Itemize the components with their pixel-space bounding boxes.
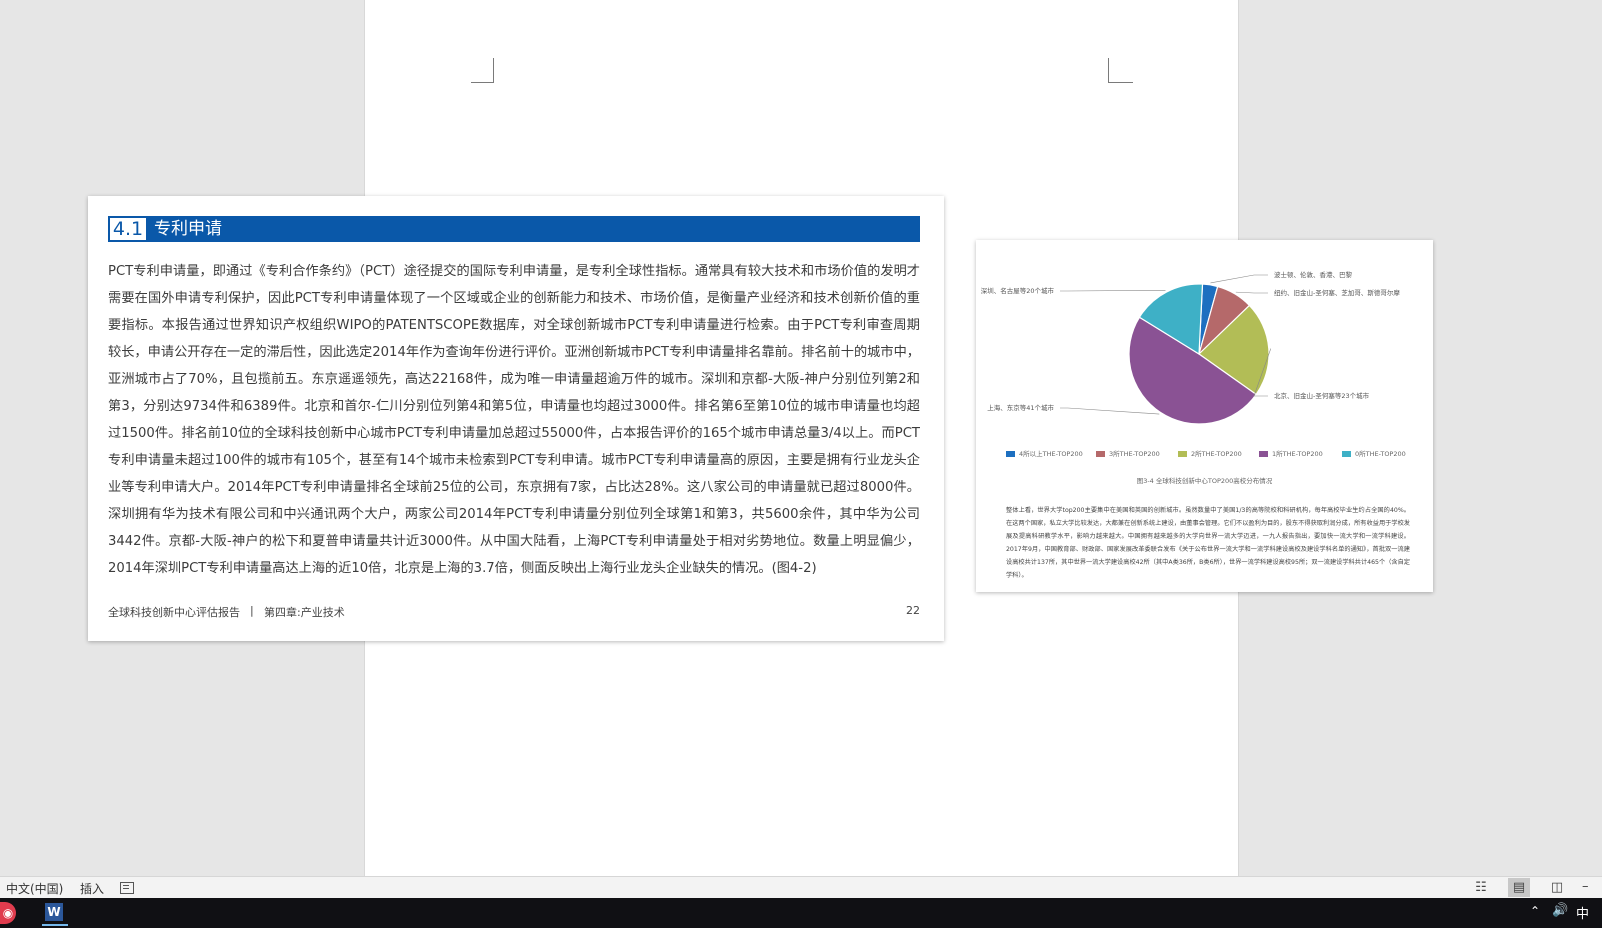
- legend-item: 1所THE-TOP200: [1259, 448, 1323, 458]
- document-workspace: 4.1 专利申请 PCT专利申请量，即通过《专利合作条约》（PCT）途径提交的国…: [0, 0, 1602, 876]
- insert-mode-indicator[interactable]: 插入: [80, 880, 104, 897]
- zoom-out-icon[interactable]: –: [1582, 879, 1589, 894]
- section-title: 专利申请: [154, 219, 222, 239]
- footer-report-title: 全球科技创新中心评估报告: [108, 606, 240, 619]
- word-icon: W: [45, 903, 63, 921]
- pie-slice-label: 上海、东京等41个城市: [987, 404, 1054, 412]
- word-taskbar-button[interactable]: W: [42, 902, 68, 926]
- volume-icon[interactable]: 🔊: [1552, 903, 1568, 918]
- chart-caption: 图3-4 全球科技创新中心TOP200高校分布情况: [1136, 477, 1273, 485]
- pie-leader-line: [1235, 291, 1268, 294]
- taskbar: ◉ W ⌃ 🔊 中: [0, 898, 1602, 928]
- legend-item: 3所THE-TOP200: [1096, 448, 1160, 458]
- legend-swatch: [1342, 451, 1351, 457]
- legend-label: 2所THE-TOP200: [1191, 450, 1242, 458]
- camera-app-icon[interactable]: ◉: [0, 902, 16, 924]
- crop-mark-left: [471, 58, 494, 83]
- show-hidden-icons-chevron-icon[interactable]: ⌃: [1530, 904, 1540, 918]
- pie-slice-label: 波士顿、伦敦、香港、巴黎: [1274, 271, 1352, 279]
- footer-page-number: 22: [906, 604, 920, 617]
- read-mode-icon[interactable]: ☷: [1470, 878, 1492, 897]
- section-header: 4.1 专利申请: [108, 216, 920, 242]
- body-paragraph: PCT专利申请量，即通过《专利合作条约》（PCT）途径提交的国际专利申请量，是专…: [108, 264, 920, 576]
- footer-separator: |: [250, 604, 254, 617]
- pie-slice-label: 深圳、名古屋等20个城市: [980, 287, 1054, 295]
- pie-slice-label: 北京、旧金山-圣何塞等23个城市: [1274, 392, 1370, 400]
- language-indicator[interactable]: 中文(中国): [6, 880, 63, 897]
- pie-leader-line: [1060, 407, 1160, 415]
- chart-page-paragraph: 整体上看，世界大学top200主要集中在美国和英国的创新城市。虽然数量中了美国1…: [1006, 507, 1410, 579]
- section-number: 4.1: [110, 218, 146, 240]
- report-page-image[interactable]: 4.1 专利申请 PCT专利申请量，即通过《专利合作条约》（PCT）途径提交的国…: [88, 196, 944, 641]
- legend-item: 0所THE-TOP200: [1342, 448, 1406, 458]
- legend-label: 4所以上THE-TOP200: [1019, 450, 1083, 458]
- legend-swatch: [1006, 451, 1015, 457]
- pie-leader-line: [1210, 274, 1268, 284]
- print-layout-icon[interactable]: ▤: [1508, 878, 1530, 897]
- ime-indicator[interactable]: 中: [1576, 903, 1589, 922]
- legend-swatch: [1259, 451, 1268, 457]
- chart-page-image[interactable]: 波士顿、伦敦、香港、巴黎纽约、旧金山-圣何塞、芝加哥、斯德哥尔摩 北京、旧金山-圣…: [976, 240, 1433, 592]
- legend-label: 0所THE-TOP200: [1355, 450, 1406, 458]
- crop-mark-right: [1108, 58, 1133, 83]
- pie-slice-label: 纽约、旧金山-圣何塞、芝加哥、斯德哥尔摩: [1274, 289, 1400, 297]
- legend-label: 1所THE-TOP200: [1272, 450, 1323, 458]
- legend-label: 3所THE-TOP200: [1109, 450, 1160, 458]
- legend-swatch: [1178, 451, 1187, 457]
- legend-item: 4所以上THE-TOP200: [1006, 448, 1083, 458]
- status-bar: 中文(中国) 插入 ☷ ▤ ◫ –: [0, 876, 1602, 899]
- legend-item: 2所THE-TOP200: [1178, 448, 1242, 458]
- web-layout-icon[interactable]: ◫: [1546, 878, 1568, 897]
- pie-chart: [1060, 274, 1272, 425]
- footer-chapter: 第四章:产业技术: [264, 606, 345, 619]
- legend-swatch: [1096, 451, 1105, 457]
- macro-record-icon[interactable]: [120, 882, 134, 894]
- pie-leader-line: [1060, 289, 1166, 292]
